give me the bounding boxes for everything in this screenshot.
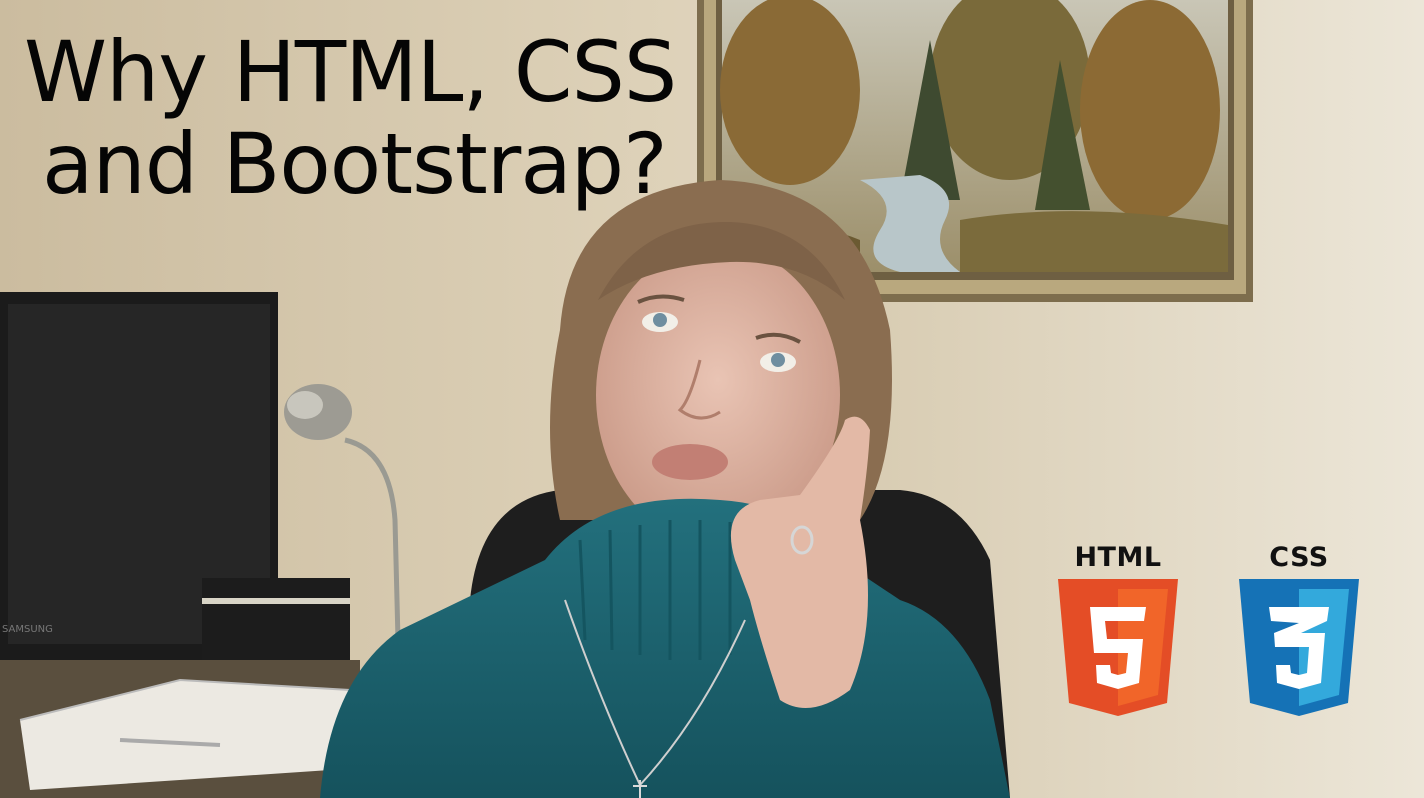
html5-logo: HTML xyxy=(1056,543,1180,717)
desk xyxy=(0,660,360,798)
monitor-brand: SAMSUNG xyxy=(2,624,53,635)
html5-shield-icon xyxy=(1058,579,1178,716)
title-line-2: and Bootstrap? xyxy=(42,115,668,213)
title-line-1: Why HTML, CSS xyxy=(24,23,677,121)
css3-shield-icon xyxy=(1239,579,1359,716)
html5-logo-label: HTML xyxy=(1074,542,1162,573)
css3-logo-label: CSS xyxy=(1269,542,1329,573)
css3-logo: CSS xyxy=(1237,543,1361,717)
video-frame: SAMSUNG Why HTML, CSS and Bootstrap? HTM… xyxy=(0,0,1424,798)
video-title: Why HTML, CSS and Bootstrap? xyxy=(24,23,677,213)
